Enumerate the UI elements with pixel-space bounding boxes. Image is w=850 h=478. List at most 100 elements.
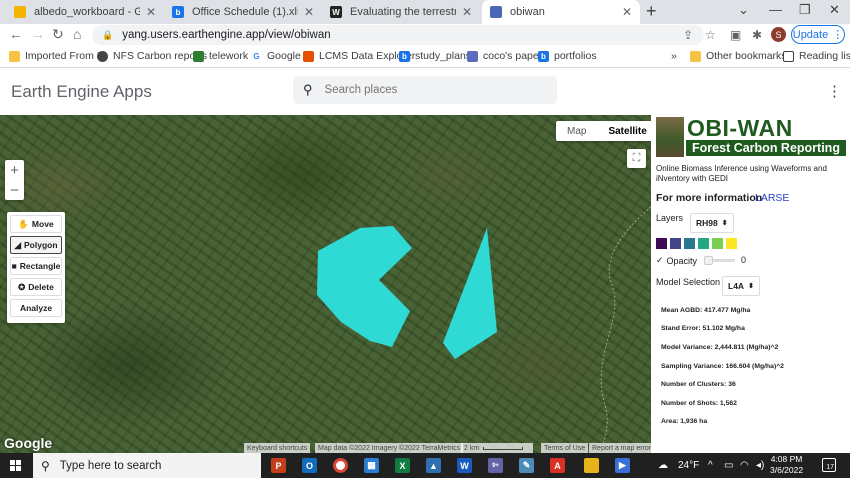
bookmark-google[interactable]: G Google — [251, 50, 301, 62]
analyze-button[interactable]: Analyze — [10, 299, 62, 317]
volume-icon[interactable]: ◂) — [756, 460, 764, 471]
tab-office-schedule[interactable]: b Office Schedule (1).xlsx | Powerec ✕ — [164, 0, 322, 24]
bookmark-other[interactable]: Other bookmarks — [690, 50, 787, 62]
w-icon: W — [330, 6, 342, 18]
chevron-down-icon[interactable]: ⌄ — [738, 2, 749, 18]
close-icon[interactable]: ✕ — [304, 5, 314, 19]
palette-swatch — [670, 238, 681, 249]
clock-date: 3/6/2022 — [770, 465, 804, 475]
weather-icon[interactable]: ☁ — [658, 460, 668, 471]
satellite-map[interactable]: Map Satellite ⛶ + − ✋ Move ◢ Polygon ■ R… — [0, 115, 651, 453]
zoom-control: + − — [5, 160, 24, 200]
opacity-label: Opacity — [666, 255, 698, 266]
close-icon[interactable]: ✕ — [462, 5, 472, 19]
app-header: Earth Engine Apps ⚲ ⋮ — [0, 68, 850, 115]
zoom-out-button[interactable]: − — [5, 180, 24, 200]
restore-icon[interactable]: ❐ — [799, 2, 811, 18]
profile-avatar[interactable]: S — [771, 27, 786, 42]
system-clock[interactable]: 4:08 PM 3/6/2022 — [770, 454, 803, 476]
keyboard-shortcuts-link[interactable]: Keyboard shortcuts — [244, 443, 311, 453]
snip-icon[interactable]: ✎ — [519, 458, 534, 473]
taskbar-search[interactable]: ⚲ Type here to search — [33, 453, 261, 478]
kebab-icon[interactable]: ⋮ — [827, 82, 842, 100]
bookmark-cocos-paper[interactable]: coco's paper — [467, 50, 542, 62]
puzzle-icon[interactable]: ✱ — [752, 28, 762, 42]
lcms-icon — [303, 50, 314, 62]
video-icon[interactable]: ▶ — [615, 458, 630, 473]
forward-icon[interactable]: → — [31, 26, 45, 42]
rectangle-icon: ■ — [11, 261, 17, 271]
home-icon[interactable]: ⌂ — [73, 26, 81, 42]
outlook-icon[interactable]: O — [302, 458, 317, 473]
photos-icon[interactable]: ▲ — [426, 458, 441, 473]
network-icon[interactable]: ◠ — [740, 460, 749, 471]
stat-number-of-shots: Number of Shots: 1,562 — [661, 400, 737, 407]
drawn-polygon-1[interactable] — [317, 226, 412, 347]
scale-bar[interactable]: 2 km — [461, 443, 533, 453]
bookmark-nfs-carbon-reports[interactable]: NFS Carbon reports — [97, 50, 207, 62]
opacity-slider[interactable] — [704, 256, 735, 265]
battery-icon[interactable]: ▭ — [724, 460, 733, 471]
rectangle-label: Rectangle — [19, 261, 61, 271]
map-type-map-button[interactable]: Map — [556, 121, 597, 141]
rectangle-button[interactable]: ■ Rectangle — [10, 257, 62, 275]
terms-link[interactable]: Terms of Use — [541, 443, 589, 453]
address-bar[interactable]: 🔒 yang.users.earthengine.app/view/obiwan — [92, 25, 704, 45]
more-bookmarks-icon[interactable]: » — [671, 50, 677, 62]
word-icon[interactable]: W — [457, 458, 472, 473]
calculator-icon[interactable]: ▦ — [364, 458, 379, 473]
weather-temp[interactable]: 24°F — [678, 460, 699, 471]
star-icon[interactable]: ☆ — [705, 28, 716, 42]
model-select[interactable]: L4A ⬍ — [722, 276, 760, 296]
telework-icon — [193, 50, 204, 62]
tab-albedo-workboard[interactable]: albedo_workboard - Google Slid ✕ — [6, 0, 164, 24]
share-icon[interactable]: ⇪ — [683, 28, 693, 42]
logo-title: OBI-WAN — [687, 115, 793, 141]
bookmark-imported-from-ie[interactable]: Imported From IE — [9, 50, 107, 62]
app-description: Online Biomass Inference using Waveforms… — [656, 164, 827, 183]
fullscreen-icon[interactable]: ⛶ — [627, 149, 646, 168]
bookmark-portfolios[interactable]: b portfolios — [538, 50, 597, 62]
tab-obiwan[interactable]: obiwan ✕ — [482, 0, 640, 24]
chevron-up-icon[interactable]: ^ — [708, 460, 713, 471]
new-tab-icon[interactable]: + — [646, 1, 657, 22]
update-button[interactable]: Update ⋮ — [791, 25, 845, 44]
reload-icon[interactable]: ↻ — [52, 26, 64, 43]
close-icon[interactable]: ✕ — [622, 5, 632, 19]
search-input[interactable] — [324, 84, 525, 96]
tab-title: Office Schedule (1).xlsx | Powerec — [192, 6, 298, 18]
report-map-error-link[interactable]: Report a map error — [589, 443, 651, 453]
slider-knob[interactable] — [704, 256, 713, 265]
tab-evaluating-carbon[interactable]: W Evaluating the terrestrial carbon ✕ — [322, 0, 480, 24]
notification-icon[interactable]: 17 — [822, 458, 836, 472]
extension-icon[interactable]: ▣ — [730, 28, 741, 42]
bookmark-label: telework — [209, 50, 249, 62]
window-close-icon[interactable]: ✕ — [829, 2, 840, 18]
palette-swatch — [698, 238, 709, 249]
map-type-satellite-button[interactable]: Satellite — [597, 121, 651, 141]
map-type-toggle: Map Satellite — [556, 121, 651, 141]
excel-icon[interactable]: X — [395, 458, 410, 473]
move-button[interactable]: ✋ Move — [10, 215, 62, 233]
larse-link[interactable]: LARSE — [755, 192, 789, 204]
back-icon[interactable]: ← — [9, 26, 23, 42]
bookmark-study-plans[interactable]: b study_plans — [399, 50, 471, 62]
polygon-button[interactable]: ◢ Polygon — [10, 236, 62, 254]
delete-button[interactable]: ✪ Delete — [10, 278, 62, 296]
file-explorer-icon[interactable] — [584, 458, 599, 473]
acrobat-icon[interactable]: A — [550, 458, 565, 473]
layer-select[interactable]: RH98 ⬍ — [690, 213, 734, 233]
chrome-icon[interactable] — [333, 458, 348, 473]
minimize-icon[interactable]: — — [769, 2, 782, 17]
bookmark-telework[interactable]: telework — [193, 50, 248, 62]
teams-icon[interactable]: 9+ — [488, 458, 503, 473]
opacity-checkbox[interactable]: ✓ Opacity — [656, 255, 697, 266]
reading-list[interactable]: Reading list — [783, 50, 850, 62]
place-search[interactable]: ⚲ — [293, 76, 557, 104]
drawn-polygon-2[interactable] — [443, 228, 497, 359]
google-icon: G — [251, 50, 262, 62]
zoom-in-button[interactable]: + — [5, 160, 24, 180]
close-icon[interactable]: ✕ — [146, 5, 156, 19]
windows-start-icon[interactable] — [10, 460, 21, 471]
powerpoint-icon[interactable]: P — [271, 458, 286, 473]
